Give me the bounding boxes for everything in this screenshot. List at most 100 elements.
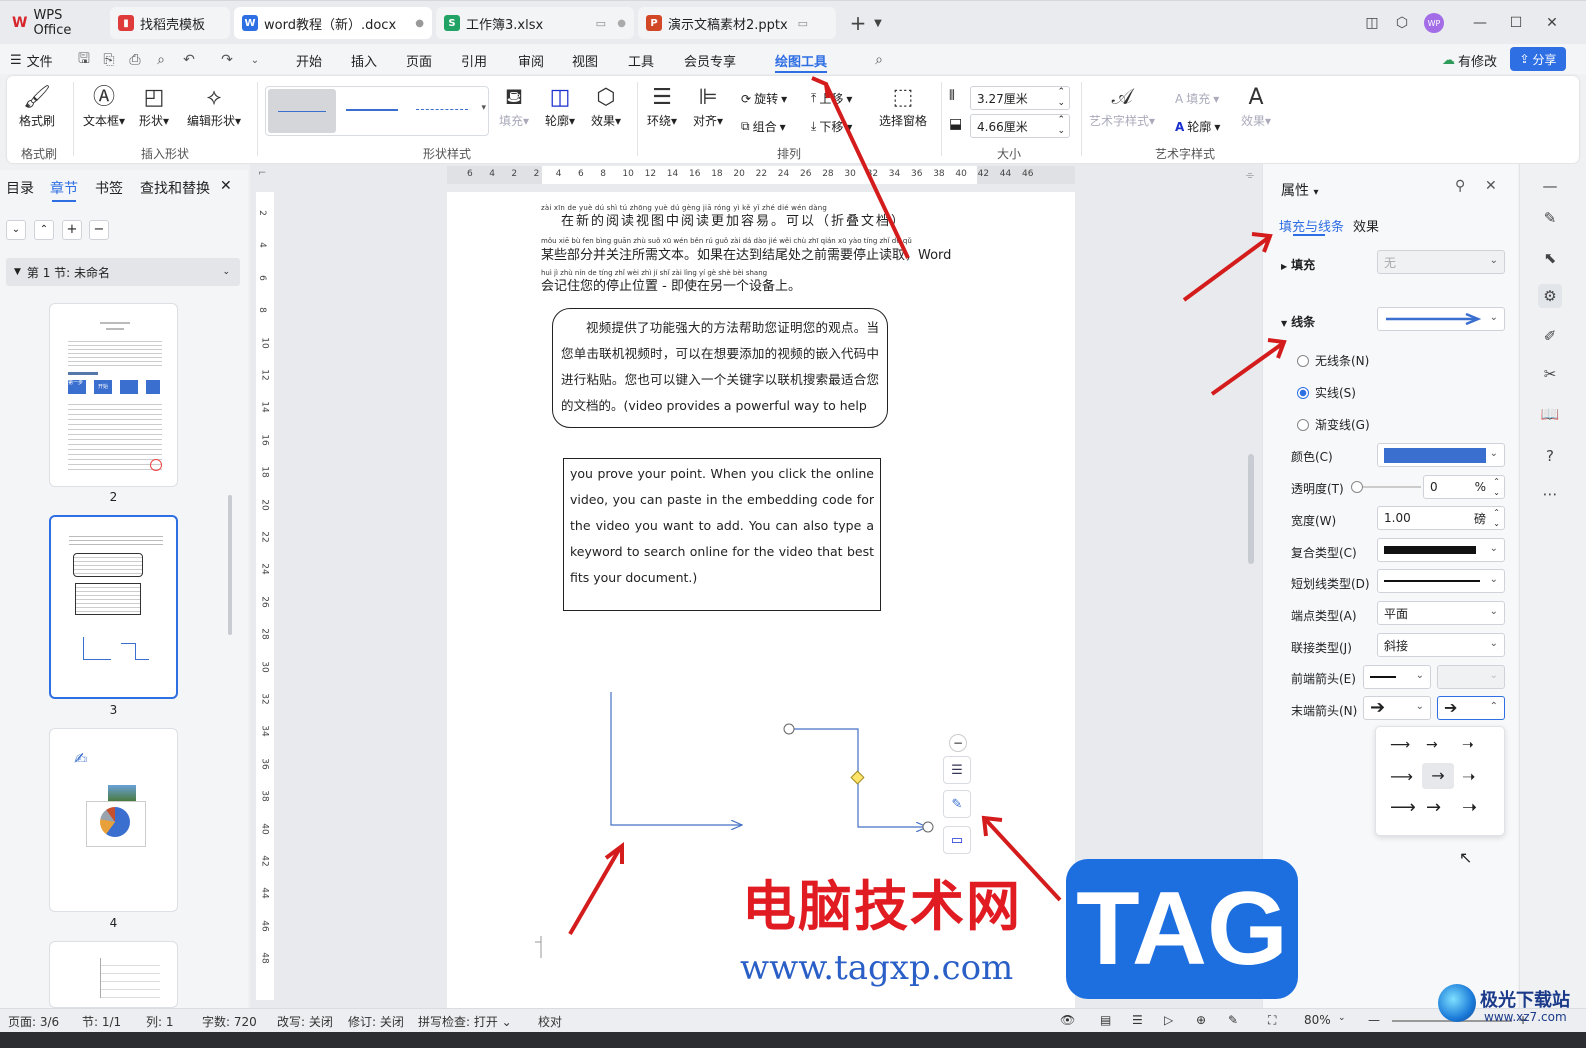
compound-select[interactable]: ⌄	[1377, 538, 1505, 562]
fill-button[interactable]: ⛾ 填充▾	[499, 84, 529, 129]
section-header[interactable]: ▼ 第 1 节: 未命名 ⌄	[6, 258, 240, 286]
status-proofread[interactable]: 校对	[538, 1013, 562, 1030]
style-swatch-2[interactable]	[346, 109, 398, 111]
page-thumbnail-4[interactable]: ✍	[49, 728, 178, 912]
wrap-layout-icon[interactable]: ☰	[943, 756, 971, 784]
shape-button[interactable]: ◰ 形状▾	[139, 84, 169, 129]
move-up-button[interactable]: ⤒ 上移 ▾	[811, 90, 852, 107]
pin-icon[interactable]: ⚲	[1455, 178, 1465, 194]
tab-word-doc[interactable]: W word教程（新）.docx ●	[234, 7, 432, 39]
zoom-level[interactable]: 80%	[1304, 1013, 1331, 1027]
spinner-icon[interactable]: ⌃ ⌄	[1057, 87, 1065, 109]
arrow-size-option[interactable]: ⟶	[1390, 797, 1416, 818]
status-words[interactable]: 字数: 720	[202, 1013, 257, 1030]
radio-solid-line[interactable]: 实线(S)	[1297, 384, 1356, 401]
line-width-input[interactable]: 1.00 磅 ⌃ ⌄	[1377, 506, 1505, 530]
maximize-icon[interactable]: ☐	[1504, 11, 1528, 35]
close-window-icon[interactable]: ✕	[1540, 11, 1564, 35]
close-icon[interactable]: ✕	[1485, 178, 1497, 194]
end-arrow-style-select[interactable]: ➔ ⌄	[1363, 696, 1431, 720]
arrow-size-option[interactable]: ➝	[1462, 797, 1477, 818]
status-revision[interactable]: 修订: 关闭	[348, 1013, 404, 1030]
radio-gradient-line[interactable]: 渐变线(G)	[1297, 416, 1370, 433]
group-button[interactable]: ⧉ 组合 ▾	[741, 118, 786, 135]
tools-icon[interactable]: ✂	[1538, 362, 1562, 386]
modified-dot-icon[interactable]: ●	[415, 18, 424, 29]
shape-edit-icon[interactable]: ✐	[1538, 324, 1562, 348]
tab-sheet[interactable]: S 工作簿3.xlsx ▭ ●	[436, 7, 634, 39]
menu-tools[interactable]: 工具	[628, 49, 654, 71]
connector-handle[interactable]	[922, 821, 934, 833]
line-style-select[interactable]: ⌄	[1377, 307, 1505, 331]
art-style-button[interactable]: 𝒜 艺术字样式▾	[1089, 84, 1155, 129]
scrollbar[interactable]	[228, 495, 232, 635]
minimize-icon[interactable]: —	[1468, 11, 1492, 35]
arrow-size-option[interactable]: →	[1426, 797, 1441, 818]
fill-select[interactable]: 无 ⌄	[1377, 250, 1505, 274]
textbox-button[interactable]: Ⓐ 文本框▾	[83, 84, 125, 129]
spinner-icon[interactable]: ⌃ ⌄	[1493, 507, 1500, 529]
align-button[interactable]: ⊫ 对齐▾	[693, 84, 723, 129]
scrollbar[interactable]	[1248, 454, 1254, 564]
fill-section-toggle[interactable]: ▶ 填充	[1281, 256, 1315, 273]
outline-button[interactable]: ◫ 轮廓▾	[545, 84, 575, 129]
close-tab-icon[interactable]: ●	[617, 18, 626, 29]
arrow-size-option[interactable]: ⟶	[1390, 767, 1413, 786]
menu-insert[interactable]: 插入	[351, 49, 377, 71]
add-section-icon[interactable]: +	[62, 220, 82, 240]
menu-reference[interactable]: 引用	[461, 49, 487, 71]
style-swatch-3[interactable]	[416, 109, 468, 110]
pointer-icon[interactable]: ⬉	[1538, 246, 1562, 270]
tab-fill-line[interactable]: 填充与线条	[1279, 216, 1344, 235]
slider-thumb[interactable]	[1351, 481, 1363, 493]
page-thumbnail-3[interactable]	[49, 515, 178, 699]
menu-start[interactable]: 开始	[296, 49, 322, 71]
art-outline-button[interactable]: A 轮廓 ▾	[1175, 118, 1220, 135]
arrow-size-option[interactable]: ⟶	[1390, 737, 1410, 753]
cap-select[interactable]: 平面 ⌄	[1377, 601, 1505, 625]
outline-quick-icon[interactable]: ▭	[943, 826, 971, 854]
pen-icon[interactable]: ✎	[1538, 206, 1562, 230]
tab-presentation[interactable]: P 演示文稿素材2.pptx ▭	[638, 7, 836, 39]
menu-review[interactable]: 审阅	[518, 49, 544, 71]
chevron-down-icon[interactable]: ⌄	[1338, 1013, 1346, 1023]
connector-handle[interactable]	[783, 723, 795, 735]
page-thumbnail-5[interactable]	[49, 941, 178, 1008]
color-select[interactable]: ⌄	[1377, 443, 1505, 467]
file-menu[interactable]: ☰ 文件	[10, 49, 53, 71]
layout-icon[interactable]: ◫	[1360, 11, 1384, 35]
export-icon[interactable]: ⎘	[100, 51, 118, 69]
web-view-icon[interactable]: ⊕	[1196, 1013, 1206, 1027]
status-edit-mode[interactable]: 改写: 关闭	[277, 1013, 333, 1030]
effect-button[interactable]: ⬡ 效果▾	[591, 84, 621, 129]
zoom-out-icon[interactable]: —	[1368, 1013, 1380, 1027]
move-down-button[interactable]: ⤓ 下移 ▾	[811, 118, 852, 135]
nav-tab-sections[interactable]: 章节	[50, 178, 78, 198]
outline-view-icon[interactable]: ☰	[1132, 1013, 1143, 1027]
spinner-icon[interactable]: ⌃ ⌄	[1057, 115, 1065, 137]
undo-icon[interactable]: ↶	[180, 51, 198, 69]
transparency-input[interactable]: 0% ⌃ ⌄	[1423, 475, 1505, 499]
eye-icon[interactable]: 👁	[1060, 1013, 1075, 1027]
style-swatch-1[interactable]	[268, 89, 336, 133]
print-icon[interactable]: ⎙	[126, 51, 144, 69]
properties-icon[interactable]: ⚙	[1538, 284, 1562, 308]
gallery-more-icon[interactable]: ▾	[481, 103, 486, 113]
begin-arrow-style-select[interactable]: ⌄	[1363, 665, 1431, 689]
height-input[interactable]: 3.27厘米 ⌃ ⌄	[970, 86, 1070, 110]
nav-tab-find-replace[interactable]: 查找和替换	[140, 178, 210, 198]
tab-wps-office[interactable]: W WPS Office	[4, 7, 104, 39]
help-icon[interactable]: ?	[1538, 444, 1562, 468]
width-input[interactable]: 4.66厘米 ⌃ ⌄	[970, 114, 1070, 138]
edit-view-icon[interactable]: ✎	[1228, 1013, 1238, 1027]
selection-pane-button[interactable]: ⬚ 选择窗格	[879, 84, 927, 129]
wrap-button[interactable]: ☰ 环绕▾	[647, 84, 677, 129]
line-section-toggle[interactable]: ▼ 线条	[1281, 313, 1315, 330]
avatar[interactable]: WP	[1422, 11, 1446, 35]
nav-tab-toc[interactable]: 目录	[6, 178, 34, 198]
fit-page-icon[interactable]: ⛶	[1268, 1013, 1276, 1028]
join-select[interactable]: 斜接 ⌄	[1377, 633, 1505, 657]
collapse-icon[interactable]: ⌃	[34, 220, 54, 240]
save-icon[interactable]: 🖫	[75, 51, 93, 69]
begin-arrow-size-select[interactable]: ⌄	[1437, 665, 1505, 689]
